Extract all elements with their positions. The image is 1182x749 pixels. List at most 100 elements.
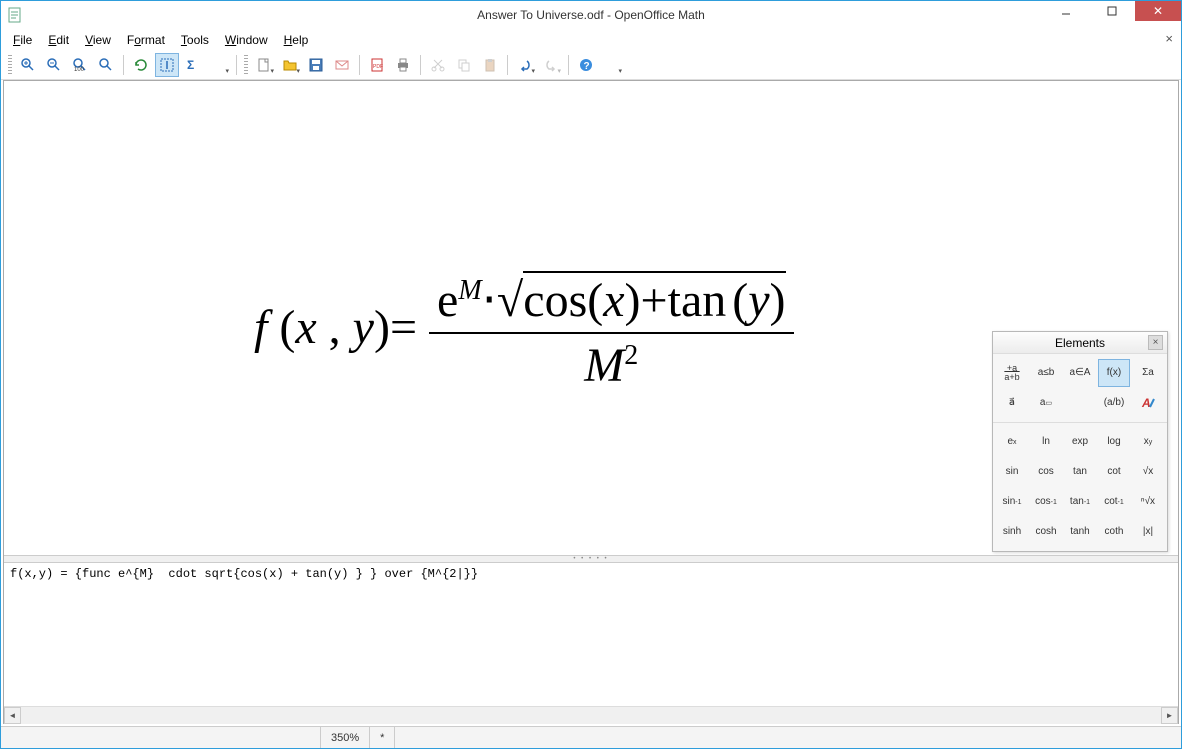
separator xyxy=(568,55,569,75)
fn-atan[interactable]: tan-1 xyxy=(1064,488,1096,516)
redo-button[interactable] xyxy=(539,53,563,77)
svg-text:?: ? xyxy=(584,61,590,72)
fn-ln[interactable]: ln xyxy=(1030,428,1062,456)
elements-title: Elements xyxy=(1055,336,1105,350)
save-button[interactable] xyxy=(304,53,328,77)
cat-attributes[interactable]: a⃗ xyxy=(996,389,1028,417)
zoom-fit-button[interactable] xyxy=(94,53,118,77)
cat-set[interactable]: a∈A xyxy=(1064,359,1096,387)
svg-text:100: 100 xyxy=(74,67,85,73)
menu-window[interactable]: Window xyxy=(217,31,276,49)
zoom-out-button[interactable] xyxy=(42,53,66,77)
fn-sinh[interactable]: sinh xyxy=(996,518,1028,546)
toolbar-grip[interactable] xyxy=(8,55,12,75)
formula-render: f (x , y)= eM⋅√cos(x)+tan(y) M2 xyxy=(254,271,794,393)
formula-f: f xyxy=(254,301,267,354)
fn-exp[interactable]: exp xyxy=(1064,428,1096,456)
zoom-100-button[interactable]: 100 xyxy=(68,53,92,77)
fn-sin[interactable]: sin xyxy=(996,458,1028,486)
window-title: Answer To Universe.odf - OpenOffice Math xyxy=(1,8,1181,22)
cat-functions[interactable]: f(x) xyxy=(1098,359,1130,387)
menu-file[interactable]: File xyxy=(5,31,40,49)
formula-view[interactable]: f (x , y)= eM⋅√cos(x)+tan(y) M2 Elements… xyxy=(4,81,1178,555)
numerator: eM⋅√cos(x)+tan(y) xyxy=(429,271,794,334)
toolbar: 100 Σ PDF ? xyxy=(1,51,1181,80)
fn-nroot[interactable]: ⁿ√x xyxy=(1132,488,1164,516)
editor-pane: ◄ ► xyxy=(4,563,1178,723)
separator xyxy=(359,55,360,75)
symbols-dropdown[interactable] xyxy=(207,53,231,77)
separator xyxy=(123,55,124,75)
elements-close-icon[interactable]: × xyxy=(1148,335,1163,350)
fn-tan[interactable]: tan xyxy=(1064,458,1096,486)
minimize-button[interactable] xyxy=(1043,1,1089,21)
cat-brackets[interactable]: (a/b) xyxy=(1098,389,1130,417)
copy-button[interactable] xyxy=(452,53,476,77)
undo-button[interactable] xyxy=(513,53,537,77)
fn-sqrt[interactable]: √x xyxy=(1132,458,1164,486)
fn-cos[interactable]: cos xyxy=(1030,458,1062,486)
pdf-button[interactable]: PDF xyxy=(365,53,389,77)
fn-cot[interactable]: cot xyxy=(1098,458,1130,486)
new-button[interactable] xyxy=(252,53,276,77)
open-button[interactable] xyxy=(278,53,302,77)
menu-tools[interactable]: Tools xyxy=(173,31,217,49)
help-button[interactable]: ? xyxy=(574,53,598,77)
toolbar-grip[interactable] xyxy=(244,55,248,75)
status-zoom[interactable]: 350% xyxy=(321,727,370,748)
splitter[interactable]: • • • • • xyxy=(4,555,1178,563)
menu-view[interactable]: View xyxy=(77,31,119,49)
status-modified[interactable]: * xyxy=(370,727,395,748)
status-cell-1 xyxy=(1,727,321,748)
fn-xy[interactable]: xy xyxy=(1132,428,1164,456)
fn-ex[interactable]: ex xyxy=(996,428,1028,456)
menubar: File Edit View Format Tools Window Help … xyxy=(1,29,1181,51)
app-window: Answer To Universe.odf - OpenOffice Math… xyxy=(0,0,1182,749)
svg-text:A: A xyxy=(1141,396,1151,410)
fn-abs[interactable]: |x| xyxy=(1132,518,1164,546)
cat-relations[interactable]: a≤b xyxy=(1030,359,1062,387)
symbols-button[interactable]: Σ xyxy=(181,53,205,77)
elements-panel[interactable]: Elements × +aa+b a≤b a∈A f(x) Σa a⃗ a▭ (… xyxy=(992,331,1168,552)
titlebar[interactable]: Answer To Universe.odf - OpenOffice Math… xyxy=(1,1,1181,29)
separator xyxy=(420,55,421,75)
menu-format[interactable]: Format xyxy=(119,31,173,49)
fn-log[interactable]: log xyxy=(1098,428,1130,456)
fn-tanh[interactable]: tanh xyxy=(1064,518,1096,546)
refresh-button[interactable] xyxy=(129,53,153,77)
cat-unary[interactable]: +aa+b xyxy=(996,359,1028,387)
fn-acot[interactable]: cot-1 xyxy=(1098,488,1130,516)
cat-operators[interactable]: Σa xyxy=(1132,359,1164,387)
fn-acos[interactable]: cos-1 xyxy=(1030,488,1062,516)
close-button[interactable]: ✕ xyxy=(1135,1,1181,21)
app-icon xyxy=(7,7,23,23)
help-dropdown[interactable] xyxy=(600,53,624,77)
horizontal-scrollbar[interactable]: ◄ ► xyxy=(4,706,1178,723)
scroll-left-icon[interactable]: ◄ xyxy=(4,707,21,724)
formula-editor[interactable] xyxy=(4,563,1178,706)
fraction: eM⋅√cos(x)+tan(y) M2 xyxy=(429,271,794,393)
content-area: f (x , y)= eM⋅√cos(x)+tan(y) M2 Elements… xyxy=(3,80,1179,724)
paste-button[interactable] xyxy=(478,53,502,77)
formula-cursor-button[interactable] xyxy=(155,53,179,77)
separator xyxy=(236,55,237,75)
menu-edit[interactable]: Edit xyxy=(40,31,77,49)
scroll-right-icon[interactable]: ► xyxy=(1161,707,1178,724)
menu-help[interactable]: Help xyxy=(276,31,317,49)
fn-coth[interactable]: coth xyxy=(1098,518,1130,546)
cat-others[interactable]: a▭ xyxy=(1030,389,1062,417)
maximize-button[interactable] xyxy=(1089,1,1135,21)
close-document-icon[interactable]: × xyxy=(1165,31,1173,46)
elements-header[interactable]: Elements × xyxy=(993,332,1167,354)
cat-formats[interactable]: A xyxy=(1132,389,1164,417)
zoom-in-button[interactable] xyxy=(16,53,40,77)
cut-button[interactable] xyxy=(426,53,450,77)
print-button[interactable] xyxy=(391,53,415,77)
fn-asin[interactable]: sin-1 xyxy=(996,488,1028,516)
elements-categories: +aa+b a≤b a∈A f(x) Σa a⃗ a▭ (a/b) A xyxy=(993,354,1167,423)
svg-text:PDF: PDF xyxy=(373,64,383,70)
scroll-track[interactable] xyxy=(21,707,1161,724)
separator xyxy=(507,55,508,75)
email-button[interactable] xyxy=(330,53,354,77)
fn-cosh[interactable]: cosh xyxy=(1030,518,1062,546)
